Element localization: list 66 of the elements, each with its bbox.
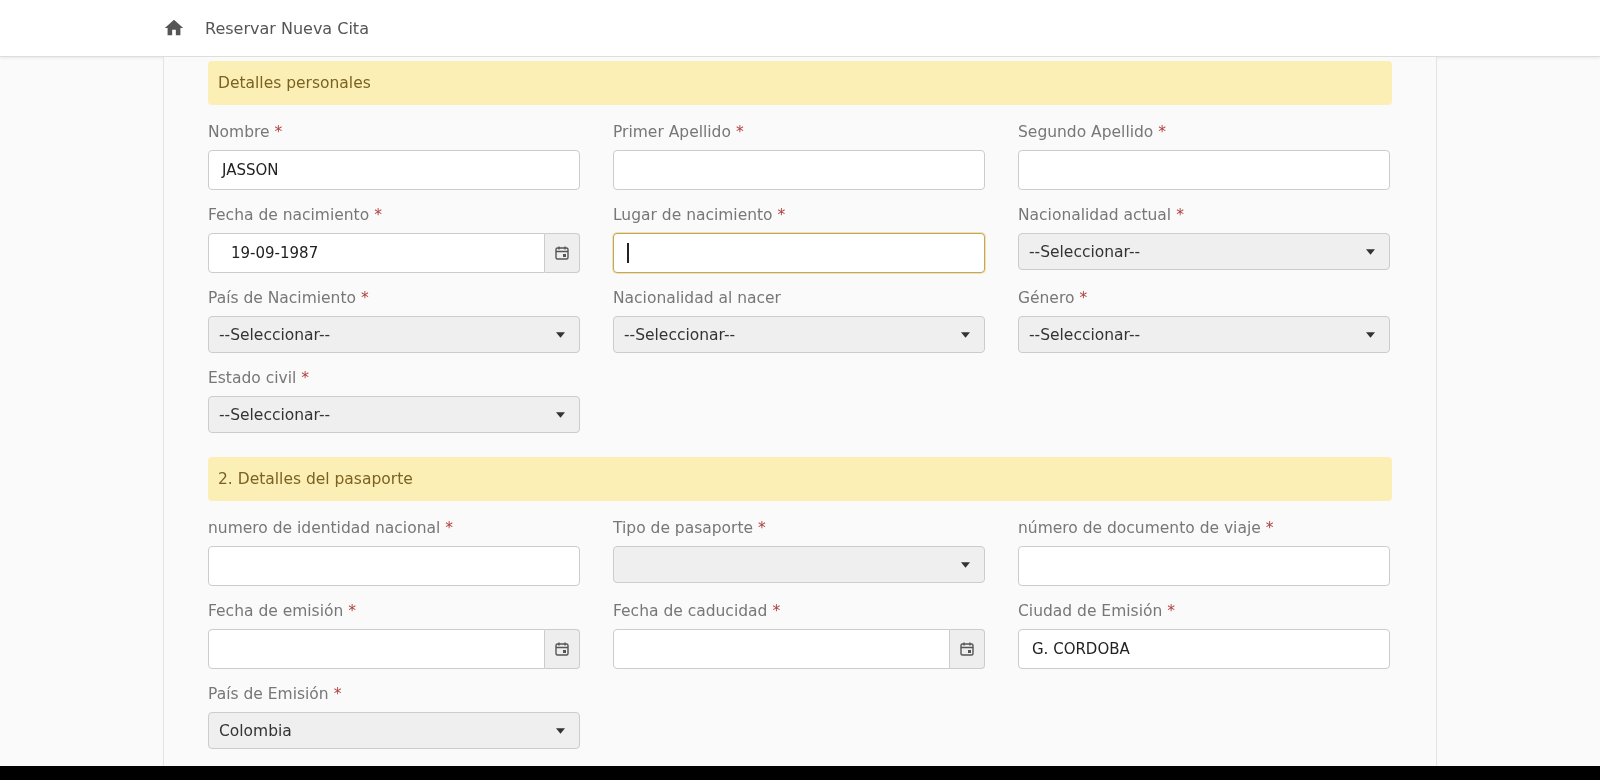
- calendar-icon: [554, 245, 570, 261]
- field-label: numero de identidad nacional: [208, 519, 441, 537]
- required-asterisk: *: [1079, 289, 1088, 307]
- text-field[interactable]: [613, 150, 985, 190]
- select-dropdown[interactable]: --Seleccionar--: [208, 316, 580, 353]
- field-label: Fecha de nacimiento: [208, 206, 370, 224]
- required-asterisk: *: [772, 602, 781, 620]
- field-label: Tipo de pasaporte: [613, 519, 754, 537]
- select-dropdown[interactable]: --Seleccionar--: [208, 396, 580, 433]
- required-asterisk: *: [361, 289, 369, 307]
- text-field[interactable]: [208, 546, 580, 586]
- required-asterisk: *: [1167, 602, 1175, 620]
- required-asterisk: *: [1265, 519, 1274, 537]
- section-header: Detalles personales: [208, 61, 1392, 105]
- text-field[interactable]: [613, 233, 985, 273]
- select-dropdown[interactable]: --Seleccionar--: [1018, 316, 1390, 353]
- field-label: Nombre: [208, 123, 270, 141]
- field-label: Fecha de emisión: [208, 602, 344, 620]
- select-dropdown[interactable]: Colombia: [208, 712, 580, 749]
- field-label: Estado civil: [208, 369, 297, 387]
- field-label: Género: [1018, 289, 1075, 307]
- calendar-button[interactable]: [950, 629, 985, 669]
- date-field[interactable]: [613, 629, 950, 669]
- field-label: Ciudad de Emisión: [1018, 602, 1163, 620]
- text-field[interactable]: [1018, 546, 1390, 586]
- field-label: Nacionalidad al nacer: [613, 289, 781, 307]
- required-asterisk: *: [333, 685, 342, 703]
- required-asterisk: *: [301, 369, 310, 387]
- calendar-icon: [554, 641, 570, 657]
- required-asterisk: *: [758, 519, 766, 537]
- select-dropdown[interactable]: --Seleccionar--: [1018, 233, 1390, 270]
- field-label: País de Nacimiento: [208, 289, 356, 307]
- field-label: número de documento de viaje: [1018, 519, 1261, 537]
- field-label: Fecha de caducidad: [613, 602, 768, 620]
- select-dropdown[interactable]: [613, 546, 985, 583]
- required-asterisk: *: [1176, 206, 1184, 224]
- required-asterisk: *: [777, 206, 786, 224]
- caret-icon: [556, 411, 565, 418]
- page-title: Reservar Nueva Cita: [205, 18, 369, 38]
- required-asterisk: *: [735, 123, 744, 141]
- field-label: Segundo Apellido: [1018, 123, 1154, 141]
- caret-icon: [1366, 248, 1375, 255]
- calendar-button[interactable]: [545, 233, 580, 273]
- caret-icon: [1366, 331, 1375, 338]
- required-asterisk: *: [374, 206, 382, 224]
- calendar-button[interactable]: [545, 629, 580, 669]
- required-asterisk: *: [274, 123, 283, 141]
- caret-icon: [556, 331, 565, 338]
- date-field[interactable]: [208, 629, 545, 669]
- section-header: 2. Detalles del pasaporte: [208, 457, 1392, 501]
- text-field[interactable]: JASSON: [208, 150, 580, 190]
- field-label: País de Emisión: [208, 685, 329, 703]
- calendar-icon: [959, 641, 975, 657]
- date-field[interactable]: 19-09-1987: [208, 233, 545, 273]
- text-field[interactable]: [1018, 150, 1390, 190]
- text-field[interactable]: G. CORDOBA: [1018, 629, 1390, 669]
- caret-icon: [556, 727, 565, 734]
- field-label: Nacionalidad actual: [1018, 206, 1172, 224]
- field-label: Lugar de nacimiento: [613, 206, 773, 224]
- select-dropdown[interactable]: --Seleccionar--: [613, 316, 985, 353]
- field-label: Primer Apellido: [613, 123, 731, 141]
- required-asterisk: *: [1158, 123, 1167, 141]
- required-asterisk: *: [348, 602, 357, 620]
- caret-icon: [961, 561, 970, 568]
- caret-icon: [961, 331, 970, 338]
- required-asterisk: *: [445, 519, 454, 537]
